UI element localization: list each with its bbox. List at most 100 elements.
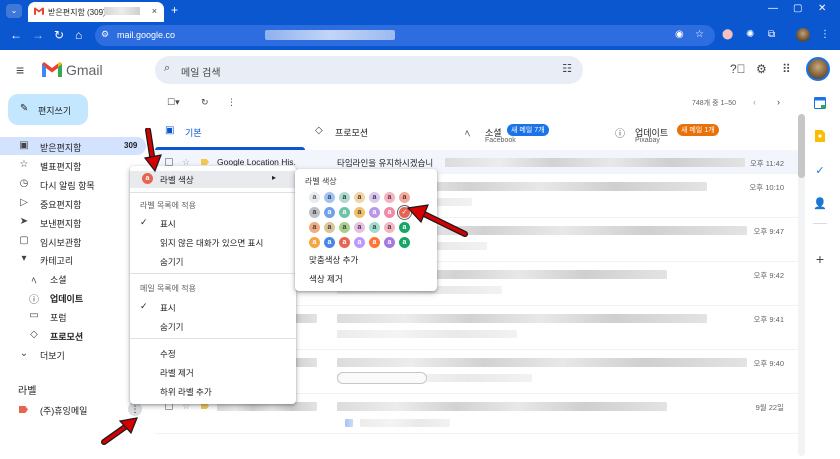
sidebar-item[interactable]: ▷ 중요편지함 xyxy=(8,194,144,212)
minimize-icon[interactable]: — xyxy=(768,3,778,14)
remove-label[interactable]: 라벨 제거 xyxy=(160,367,194,379)
category-tab[interactable]: ▣ 기본 xyxy=(165,120,310,148)
compose-button[interactable]: ✎ 편지쓰기 xyxy=(8,94,88,125)
color-swatch[interactable]: a xyxy=(324,192,335,203)
show-if-unread[interactable]: 읽지 않은 대화가 있으면 표시 xyxy=(160,237,263,249)
extensions-puzzle-icon[interactable]: ⧉ xyxy=(768,29,775,40)
close-window-icon[interactable]: ✕ xyxy=(818,3,826,14)
extension-icon[interactable]: ✺ xyxy=(746,29,754,40)
color-swatch[interactable]: a xyxy=(369,192,380,203)
color-swatch[interactable]: a xyxy=(354,222,365,233)
color-swatch[interactable]: a xyxy=(384,222,395,233)
category-tab[interactable]: ⓘ 업데이트 새 메일 1개 Pixabay xyxy=(615,120,760,148)
color-swatch[interactable]: a xyxy=(339,207,350,218)
apps-grid-icon[interactable]: ⠿ xyxy=(782,62,791,76)
browser-menu-icon[interactable]: ⋮ xyxy=(820,29,830,40)
color-swatch[interactable]: a xyxy=(384,192,395,203)
next-page-icon[interactable]: › xyxy=(777,97,780,107)
color-swatch[interactable]: a xyxy=(339,222,350,233)
settings-gear-icon[interactable]: ⚙ xyxy=(756,62,767,76)
row-checkbox[interactable] xyxy=(165,158,173,166)
color-swatch[interactable]: a xyxy=(309,192,320,203)
add-custom-color[interactable]: 맞춤색상 추가 xyxy=(309,254,358,266)
address-bar[interactable]: ⚙ mail.google.co ◉ ☆ xyxy=(95,25,715,46)
search-bar[interactable]: ⌕ 메일 검색 ☷ xyxy=(155,56,583,84)
sidebar-item[interactable]: ☆ 별표편지함 xyxy=(8,156,144,174)
list-scrollbar[interactable] xyxy=(798,114,805,456)
extension-icon[interactable]: ⬤ xyxy=(722,29,733,40)
home-icon[interactable]: ⌂ xyxy=(75,28,82,42)
category-tab[interactable]: ◇ 프로모션 xyxy=(315,120,460,148)
search-options-icon[interactable]: ☷ xyxy=(562,62,572,75)
attachment-chip[interactable] xyxy=(337,372,427,384)
tab-close-icon[interactable]: × xyxy=(152,6,157,16)
show-in-message-list[interactable]: 표시 xyxy=(160,302,176,314)
color-swatch[interactable]: a xyxy=(369,207,380,218)
color-swatch[interactable]: a xyxy=(369,222,380,233)
sidebar-item[interactable]: ▭포럼3 xyxy=(8,307,144,325)
forward-icon[interactable]: → xyxy=(32,28,44,42)
calendar-icon[interactable] xyxy=(812,97,828,113)
color-swatch[interactable]: a xyxy=(324,237,335,248)
color-swatch[interactable]: a xyxy=(309,237,320,248)
hide-in-label-list[interactable]: 숨기기 xyxy=(160,256,183,268)
add-sublabel[interactable]: 하위 라벨 추가 xyxy=(160,386,212,398)
sidebar-item[interactable]: ⌄ 더보기 xyxy=(8,345,144,363)
color-swatch[interactable]: a xyxy=(309,207,320,218)
refresh-icon[interactable]: ↻ xyxy=(201,97,209,108)
show-in-label-list[interactable]: 표시 xyxy=(160,218,176,230)
color-swatch[interactable]: a xyxy=(309,222,320,233)
color-swatch[interactable]: a xyxy=(369,237,380,248)
browser-profile-avatar[interactable] xyxy=(796,28,810,42)
search-input[interactable]: 메일 검색 xyxy=(181,64,221,79)
sidebar-item[interactable]: ➤ 보낸편지함 xyxy=(8,213,144,231)
color-swatch[interactable]: a xyxy=(384,237,395,248)
sidebar-item[interactable]: ▣ 받은편지함 309 xyxy=(0,137,146,155)
sidebar-item[interactable]: ◷ 다시 알림 항목 xyxy=(8,175,144,193)
reload-icon[interactable]: ↻ xyxy=(54,28,64,42)
site-info-icon[interactable]: ⚙ xyxy=(101,29,109,40)
back-icon[interactable]: ← xyxy=(10,28,22,42)
help-icon[interactable]: ?⃝ xyxy=(730,62,746,76)
sidebar-item[interactable]: ⓘ 업데이트 xyxy=(8,288,144,306)
new-tab-button[interactable]: + xyxy=(171,3,178,17)
importance-marker-icon[interactable] xyxy=(201,159,209,165)
color-swatch[interactable]: a xyxy=(339,237,350,248)
maximize-icon[interactable]: ▢ xyxy=(793,3,802,14)
color-swatch[interactable]: a xyxy=(354,192,365,203)
edit-label[interactable]: 수정 xyxy=(160,348,176,360)
hide-in-message-list[interactable]: 숨기기 xyxy=(160,321,183,333)
color-swatch[interactable]: a xyxy=(339,192,350,203)
sidebar-item[interactable]: ◇프로모션1,4 xyxy=(8,326,144,344)
remove-color[interactable]: 색상 제거 xyxy=(309,273,343,285)
color-swatch[interactable]: a xyxy=(399,192,410,203)
more-options-icon[interactable]: ⋮ xyxy=(227,97,236,108)
new-mail-badge: 새 메일 7개 xyxy=(507,124,549,136)
add-addon-icon[interactable]: + xyxy=(812,251,828,267)
label-options-button[interactable]: ⋮ xyxy=(128,402,142,416)
keep-icon[interactable] xyxy=(812,130,828,146)
search-icon[interactable]: ⌕ xyxy=(164,62,170,75)
contacts-icon[interactable]: 👤 xyxy=(812,196,828,212)
color-swatch[interactable]: a xyxy=(384,207,395,218)
select-all-checkbox[interactable]: ☐▾ xyxy=(167,97,180,108)
scrollbar-thumb[interactable] xyxy=(798,114,805,178)
sidebar-item[interactable]: ﾍ 소셜 xyxy=(8,269,144,287)
sidebar-item[interactable]: ▢ 임시보관함 xyxy=(8,232,144,250)
account-avatar[interactable] xyxy=(806,57,830,81)
color-swatch[interactable]: a xyxy=(324,207,335,218)
prev-page-icon[interactable]: ‹ xyxy=(753,97,756,107)
tasks-icon[interactable]: ✓ xyxy=(812,163,828,179)
tab-search-button[interactable]: ⌄ xyxy=(6,4,22,18)
main-menu-icon[interactable]: ≡ xyxy=(16,62,24,78)
color-swatch[interactable]: a xyxy=(354,207,365,218)
bookmark-star-icon[interactable]: ☆ xyxy=(695,29,704,40)
color-swatch[interactable]: a xyxy=(354,237,365,248)
color-swatch[interactable]: a xyxy=(324,222,335,233)
view-icon[interactable]: ◉ xyxy=(675,29,684,40)
sidebar-item[interactable]: ▾ 카테고리 xyxy=(8,250,144,268)
sidebar-item-label: 소셜 xyxy=(50,275,67,285)
check-icon: ✓ xyxy=(140,217,148,227)
browser-tab[interactable]: 받은편지함 (309) × xyxy=(28,2,164,22)
category-tab[interactable]: ﾍ 소셜 새 메일 7개 Facebook xyxy=(465,120,610,148)
